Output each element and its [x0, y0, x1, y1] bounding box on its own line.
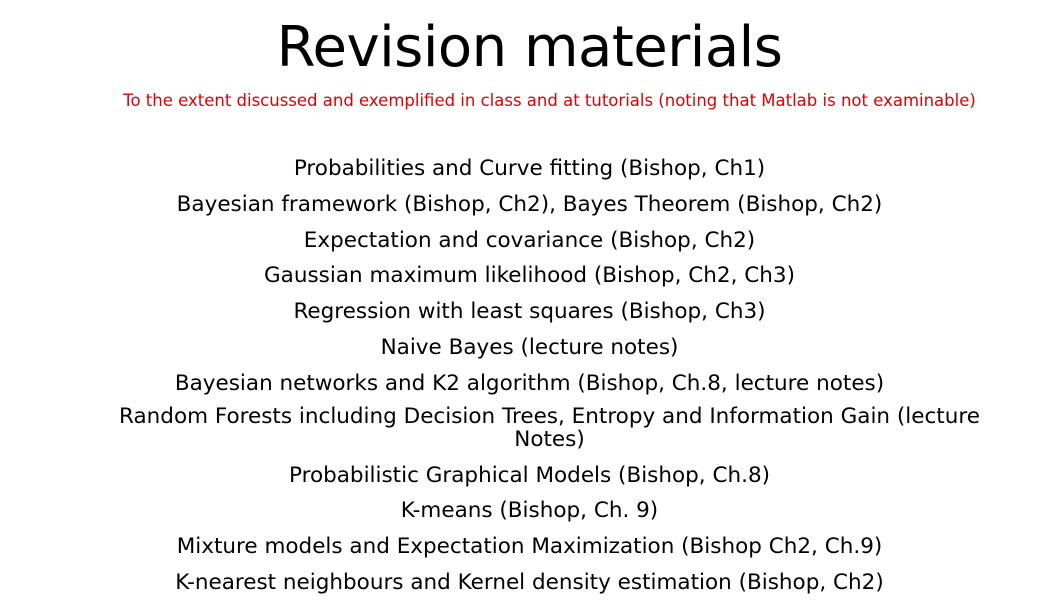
topic-item: Probabilities and Curve fitting (Bishop,…	[293, 156, 766, 181]
slide-subtitle: To the extent discussed and exemplified …	[123, 91, 976, 110]
topic-item: Random Forests including Decision Trees,…	[119, 403, 980, 452]
topic-item: Naive Bayes (lecture notes)	[380, 334, 679, 360]
topic-item: Probabilistic Graphical Models (Bishop, …	[288, 462, 771, 488]
slide-title: Revision materials	[276, 15, 783, 80]
topic-item: Expectation and covariance (Bishop, Ch2)	[303, 227, 756, 253]
topic-item: K-means (Bishop, Ch. 9)	[400, 498, 659, 524]
topic-item: Regression with least squares (Bishop, C…	[293, 299, 766, 325]
topic-item: Mixture models and Expectation Maximizat…	[176, 534, 883, 560]
topic-item: Bayesian framework (Bishop, Ch2), Bayes …	[176, 191, 883, 217]
slide: Revision materials To the extent discuss…	[0, 0, 1059, 600]
topic-item: K-nearest neighbours and Kernel density …	[175, 569, 884, 595]
topic-item: Bayesian networks and K2 algorithm (Bish…	[174, 370, 885, 396]
topic-item: Gaussian maximum likelihood (Bishop, Ch2…	[264, 263, 795, 289]
topic-list: Probabilities and Curve fitting (Bishop,…	[0, 151, 1059, 601]
